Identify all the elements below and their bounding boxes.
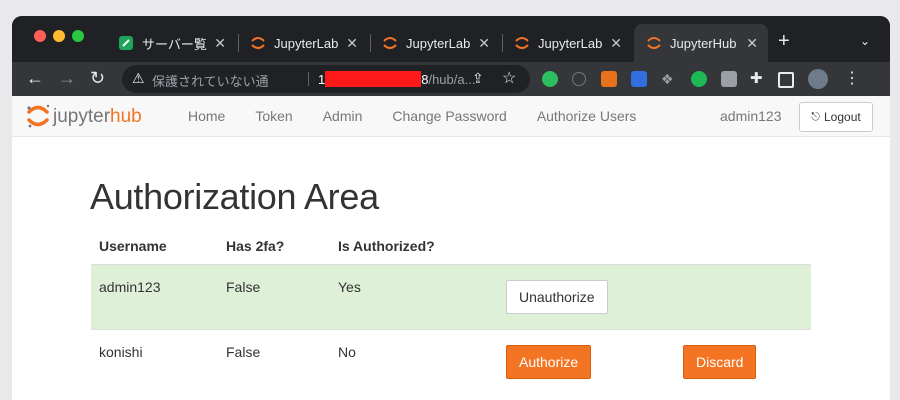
chart-extension-icon[interactable]	[601, 71, 617, 87]
table-row: konishi False No Authorize Discard	[91, 329, 811, 394]
svg-text:jupyterhub: jupyterhub	[52, 106, 142, 127]
blue-extension-icon[interactable]	[631, 71, 647, 87]
tab-jupyterlab-1[interactable]: JupyterLab ✕	[238, 24, 368, 62]
tab-close-icon[interactable]: ✕	[746, 35, 758, 52]
address-url[interactable]: 1 8/hub/a...	[318, 71, 475, 87]
server-list-favicon-icon	[119, 36, 133, 50]
nav-token[interactable]: Token	[255, 96, 292, 136]
table-header-row: Username Has 2fa? Is Authorized?	[91, 228, 811, 265]
share-icon[interactable]: ⇪	[472, 70, 484, 87]
jupyter-favicon-icon	[383, 37, 397, 49]
authorize-button[interactable]: Authorize	[506, 345, 592, 379]
discard-button[interactable]: Discard	[683, 345, 757, 379]
unauthorize-button[interactable]: Unauthorize	[506, 280, 608, 314]
address-divider	[308, 72, 309, 86]
page-content: jupyterhub Home Token Admin Change Passw…	[12, 96, 890, 400]
sign-out-icon: ⎋	[811, 110, 820, 123]
forward-arrow-icon[interactable]: →	[58, 67, 76, 89]
table-row: admin123 False Yes Unauthorize	[91, 264, 811, 330]
header-discard	[675, 228, 811, 265]
jupyterhub-navbar: jupyterhub Home Token Admin Change Passw…	[12, 96, 890, 137]
window-maximize-button[interactable]	[72, 30, 84, 42]
nav-authorize-users[interactable]: Authorize Users	[537, 96, 637, 136]
profile-avatar[interactable]	[808, 69, 828, 89]
cell-has-2fa: False	[218, 264, 330, 330]
browser-toolbar: ← → ↻ ⚠ 保護されていない通 1 8/hub/a... ⇪ ☆ ❖ ✚ ⋮	[12, 62, 890, 96]
cell-discard: Discard	[675, 329, 811, 394]
bookmark-star-icon[interactable]: ☆	[502, 68, 516, 88]
jupyterhub-logo[interactable]: jupyterhub	[26, 102, 176, 130]
logout-button[interactable]: ⎋ Logout	[799, 102, 873, 132]
tab-close-icon[interactable]: ✕	[346, 35, 358, 52]
current-username: admin123	[720, 108, 782, 124]
evernote-extension-icon[interactable]	[542, 71, 558, 87]
tab-close-icon[interactable]: ✕	[610, 35, 622, 52]
header-is-authorized: Is Authorized?	[330, 228, 498, 265]
nav-admin[interactable]: Admin	[323, 96, 363, 136]
tab-close-icon[interactable]: ✕	[214, 35, 226, 52]
share-extension-icon[interactable]	[691, 71, 707, 87]
header-action	[498, 228, 675, 265]
gray-extension-icon[interactable]	[721, 71, 737, 87]
nav-change-password[interactable]: Change Password	[392, 96, 506, 136]
cell-has-2fa: False	[218, 329, 330, 394]
window-close-button[interactable]	[34, 30, 46, 42]
jupyter-favicon-icon	[515, 37, 529, 49]
authorization-table: Username Has 2fa? Is Authorized? admin12…	[91, 228, 811, 394]
cell-authorized: No	[330, 329, 498, 394]
cell-username: admin123	[91, 264, 218, 330]
tab-search-chevron-icon[interactable]: ⌄	[860, 34, 870, 48]
reload-icon[interactable]: ↻	[90, 67, 105, 89]
cell-authorized: Yes	[330, 264, 498, 330]
cell-empty	[675, 264, 811, 330]
tab-jupyterlab-2[interactable]: JupyterLab ✕	[370, 24, 500, 62]
redaction-block	[325, 71, 422, 87]
header-username: Username	[91, 228, 218, 265]
new-tab-plus-icon[interactable]: +	[778, 30, 790, 53]
nav-links: Home Token Admin Change Password Authori…	[188, 96, 666, 136]
extensions-puzzle-icon[interactable]: ✚	[750, 71, 766, 87]
tab-server-list[interactable]: サーバー覧 ✕	[106, 24, 236, 62]
page-title: Authorization Area	[90, 176, 379, 217]
cell-username: konishi	[91, 329, 218, 394]
tab-jupyterlab-3[interactable]: JupyterLab ✕	[502, 24, 632, 62]
jupyter-favicon-icon	[647, 37, 661, 49]
tab-strip: サーバー覧 ✕ JupyterLab ✕ JupyterLab ✕ Jupyte…	[12, 16, 890, 62]
tab-jupyterhub-active[interactable]: JupyterHub ✕	[634, 24, 768, 62]
jupyter-favicon-icon	[251, 37, 265, 49]
cell-action: Unauthorize	[498, 264, 675, 330]
tab-close-icon[interactable]: ✕	[478, 35, 490, 52]
side-panel-icon[interactable]	[778, 72, 794, 88]
warning-triangle-icon[interactable]: ⚠	[132, 70, 145, 87]
window-minimize-button[interactable]	[53, 30, 65, 42]
back-arrow-icon[interactable]: ←	[26, 67, 44, 89]
browser-window: サーバー覧 ✕ JupyterLab ✕ JupyterLab ✕ Jupyte…	[12, 16, 890, 400]
dropbox-extension-icon[interactable]: ❖	[661, 71, 677, 87]
header-has-2fa: Has 2fa?	[218, 228, 330, 265]
nav-home[interactable]: Home	[188, 96, 225, 136]
address-bar[interactable]: ⚠ 保護されていない通 1 8/hub/a... ⇪ ☆	[122, 65, 530, 93]
kebab-menu-icon[interactable]: ⋮	[844, 71, 860, 87]
info-extension-icon[interactable]	[572, 72, 586, 86]
cell-action: Authorize	[498, 329, 675, 394]
